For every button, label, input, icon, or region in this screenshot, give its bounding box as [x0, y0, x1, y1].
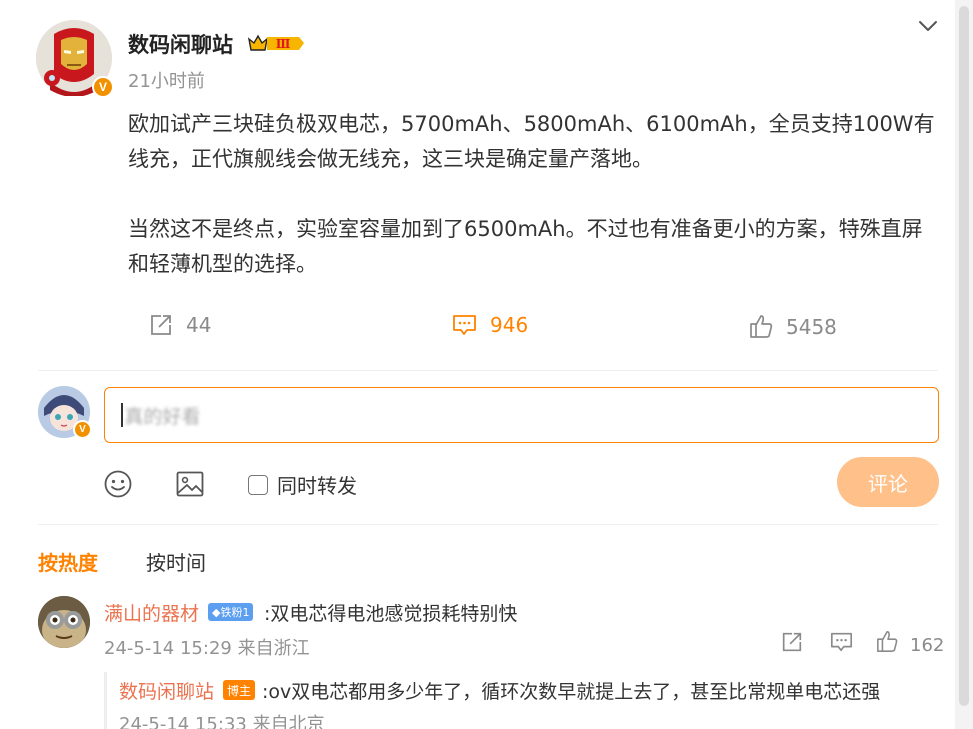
share-icon: [151, 315, 171, 335]
thumbs-up-icon[interactable]: [876, 630, 899, 653]
post-paragraph: 欧加试产三块硅负极双电芯，5700mAh、5800mAh、6100mAh，全员支…: [128, 112, 935, 171]
scrollbar[interactable]: [955, 0, 973, 729]
tab-sort-by-hot[interactable]: 按热度: [38, 547, 98, 576]
reply-thread-bar: [104, 672, 107, 729]
checkbox-box[interactable]: [248, 474, 268, 495]
comment-input-placeholder: 真的好看: [124, 405, 201, 428]
minion-avatar-image: [38, 596, 90, 648]
thumbs-up-icon: [750, 315, 773, 338]
post-time[interactable]: 21小时前: [128, 67, 205, 93]
share-icon[interactable]: [780, 630, 804, 654]
comment-meta: 24-5-14 15:29 来自浙江: [104, 638, 310, 659]
author-name[interactable]: 数码闲聊站: [128, 29, 233, 59]
comment-text: :双电芯得电池感觉损耗特别快: [264, 603, 518, 625]
reply-text: :ov双电芯都用多少年了，循环次数早就提上去了，甚至比常规单电芯还强: [262, 681, 881, 703]
repost-button[interactable]: 44: [148, 312, 211, 338]
author-avatar[interactable]: V: [36, 20, 114, 98]
reply-author-name[interactable]: 数码闲聊站: [119, 677, 214, 704]
post-actions: 44 946 5458: [0, 306, 955, 346]
repost-count: 44: [186, 313, 212, 337]
level-text: Ⅲ: [276, 37, 291, 51]
image-icon[interactable]: [175, 469, 205, 499]
post-paragraph: 当然这不是终点，实验室容量加到了6500mAh。不过也有准备更小的方案，特殊直屏…: [128, 217, 923, 276]
divider: [38, 370, 938, 371]
current-user-avatar[interactable]: V: [38, 386, 92, 439]
verified-badge: V: [73, 420, 92, 439]
author-host-badge: 博主: [223, 680, 256, 700]
chevron-down-icon[interactable]: [916, 14, 940, 38]
comment-count: 946: [490, 313, 529, 337]
comment-icon: [453, 315, 476, 335]
smile-icon[interactable]: [103, 469, 133, 499]
comment-button[interactable]: 946: [451, 312, 528, 338]
weibo-post-card: V 数码闲聊站 Ⅲ 21小时前 欧加试产三块硅负极双电芯，5700mAh、580…: [0, 0, 955, 729]
divider: [38, 524, 938, 525]
reply-meta: 24-5-14 15:33 来自北京: [119, 714, 325, 729]
repost-checkbox-label: 同时转发: [277, 474, 357, 498]
scrollbar-thumb[interactable]: [959, 6, 969, 706]
repost-checkbox[interactable]: 同时转发: [248, 470, 357, 499]
verified-badge: V: [92, 76, 114, 98]
comment-input[interactable]: 真的好看: [104, 387, 939, 443]
post-body: 欧加试产三块硅负极双电芯，5700mAh、5800mAh、6100mAh，全员支…: [128, 107, 938, 282]
like-count: 5458: [786, 314, 837, 339]
member-level-badge[interactable]: Ⅲ: [247, 31, 305, 55]
text-cursor: [121, 403, 123, 427]
like-button[interactable]: 5458: [749, 314, 837, 339]
fan-badge: ◆铁粉1: [208, 603, 254, 621]
comment-like-count: 162: [910, 635, 945, 656]
tab-sort-by-time[interactable]: 按时间: [146, 547, 206, 576]
commenter-name[interactable]: 满山的器材: [104, 599, 199, 626]
submit-comment-button[interactable]: 评论: [837, 457, 939, 507]
commenter-avatar[interactable]: [38, 596, 90, 648]
comment-icon[interactable]: [829, 630, 854, 654]
